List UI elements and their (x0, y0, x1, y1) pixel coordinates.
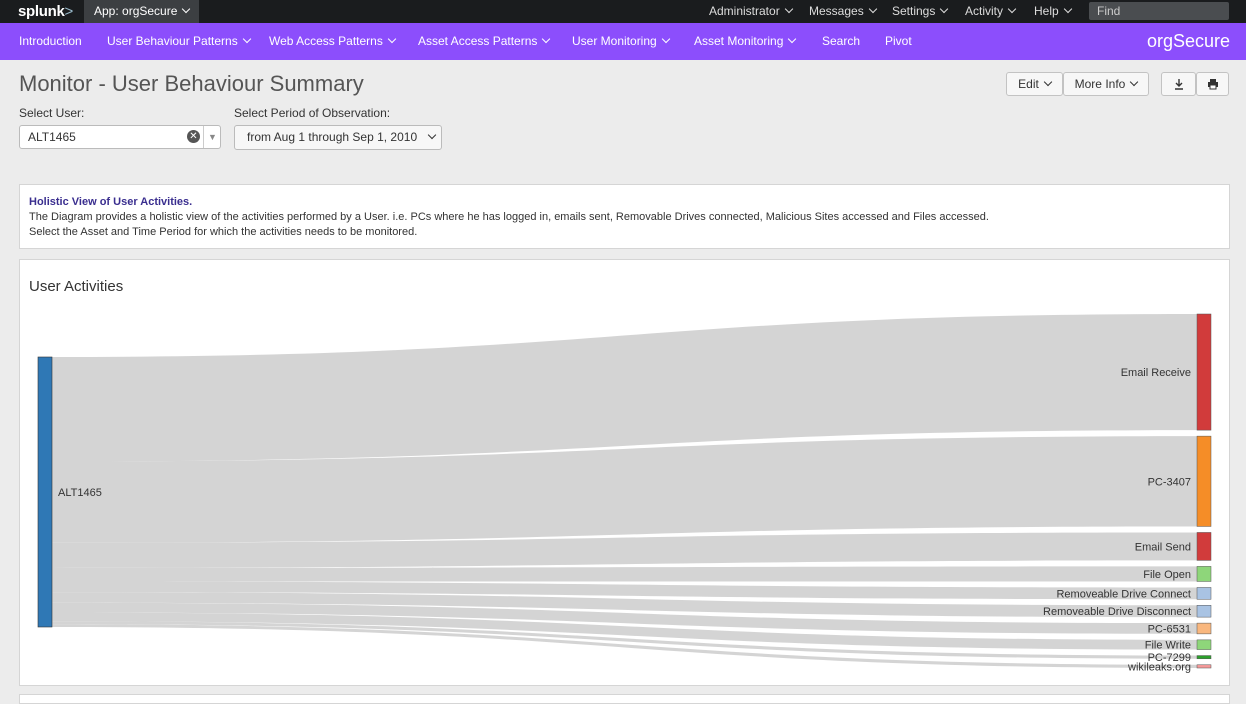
select-user-label: Select User: (19, 106, 85, 120)
edit-button[interactable]: Edit (1006, 72, 1063, 96)
info-panel: Holistic View of User Activities. The Di… (19, 184, 1230, 249)
nav-user-monitoring[interactable]: User Monitoring (572, 23, 670, 60)
clear-icon[interactable]: ✕ (187, 130, 200, 143)
chevron-down-icon (868, 4, 877, 14)
chevron-down-icon (1043, 77, 1053, 87)
chevron-down-icon (542, 34, 551, 44)
chevron-down-icon (1007, 4, 1017, 14)
chevron-down-icon (1063, 4, 1072, 14)
splunk-logo[interactable]: splunk> (18, 3, 73, 20)
nav-search[interactable]: Search (822, 23, 860, 60)
chevron-down-icon (661, 34, 670, 44)
nav-pivot[interactable]: Pivot (885, 23, 912, 60)
page-title: Monitor - User Behaviour Summary (19, 71, 364, 96)
nav-user-behaviour-patterns[interactable]: User Behaviour Patterns (107, 23, 251, 60)
app-selector[interactable]: App: orgSecure (84, 0, 200, 23)
top-bar: splunk> App: orgSecure Administrator Mes… (0, 0, 1246, 23)
nav-asset-access-patterns[interactable]: Asset Access Patterns (418, 23, 551, 60)
period-select[interactable]: from Aug 1 through Sep 1, 2010 (234, 125, 442, 150)
next-panel (19, 694, 1230, 704)
info-heading: Holistic View of User Activities. (29, 196, 193, 208)
activity-menu[interactable]: Activity (965, 0, 1017, 23)
chevron-down-icon (784, 4, 793, 14)
nav-asset-monitoring[interactable]: Asset Monitoring (694, 23, 797, 60)
messages-menu[interactable]: Messages (809, 0, 877, 23)
chart-panel (19, 259, 1230, 686)
chevron-down-icon (940, 4, 949, 14)
app-bar: Introduction User Behaviour Patterns Web… (0, 23, 1246, 60)
chevron-down-icon (387, 34, 397, 44)
nav-introduction[interactable]: Introduction (19, 23, 82, 60)
info-line-2: Select the Asset and Time Period for whi… (29, 226, 418, 238)
print-button[interactable] (1196, 72, 1229, 96)
settings-menu[interactable]: Settings (892, 0, 949, 23)
app-title: orgSecure (1146, 31, 1230, 51)
administrator-menu[interactable]: Administrator (709, 0, 793, 23)
chevron-down-icon (182, 4, 191, 14)
chevron-down-icon (1130, 77, 1139, 87)
download-button[interactable] (1161, 72, 1196, 96)
print-icon (1207, 79, 1218, 90)
dropdown-arrow-icon[interactable]: ▼ (203, 126, 221, 148)
find-input[interactable]: Find (1089, 2, 1229, 20)
info-line-1: The Diagram provides a holistic view of … (29, 211, 989, 223)
select-period-label: Select Period of Observation: (234, 106, 391, 120)
chevron-down-icon (242, 34, 251, 44)
chevron-down-icon (788, 34, 797, 44)
help-menu[interactable]: Help (1034, 0, 1072, 23)
more-info-button[interactable]: More Info (1063, 72, 1149, 96)
chart-title: User Activities (29, 278, 124, 295)
chevron-down-icon (427, 130, 437, 140)
download-icon (1174, 79, 1183, 90)
nav-web-access-patterns[interactable]: Web Access Patterns (269, 23, 397, 60)
